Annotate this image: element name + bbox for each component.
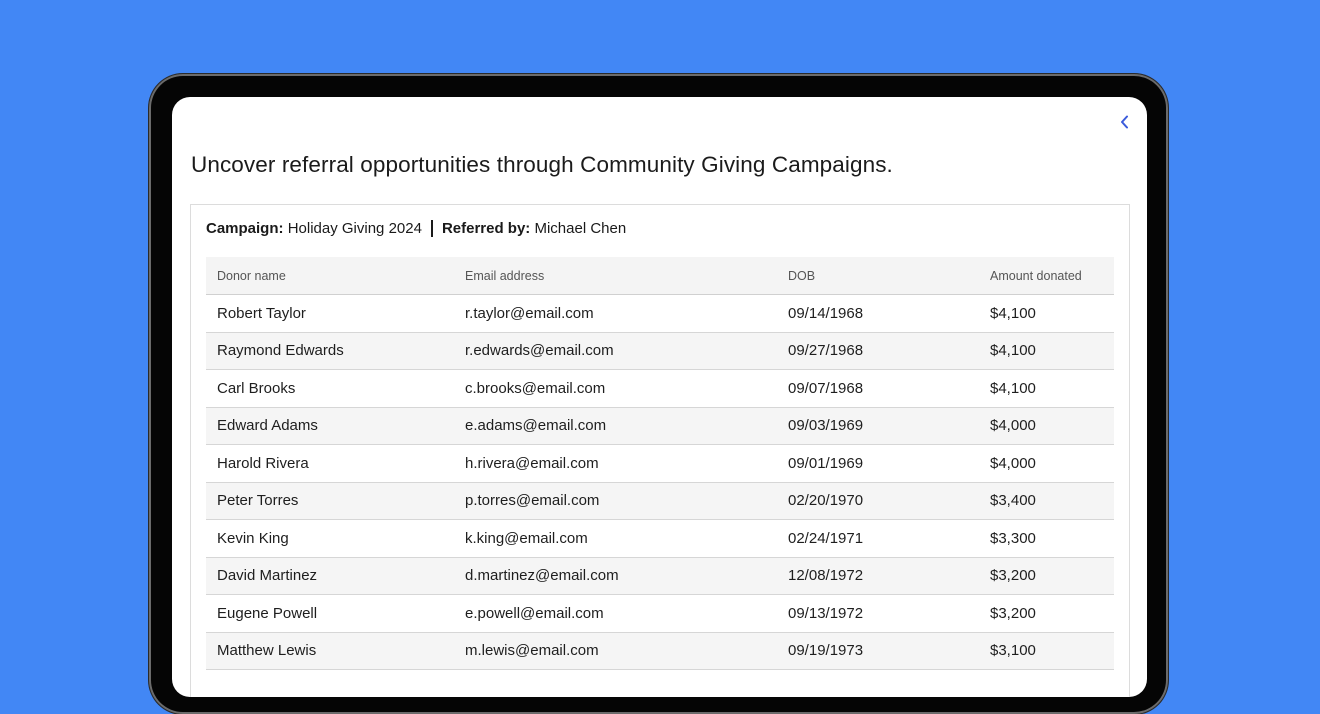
meta-divider xyxy=(430,220,433,237)
donor-name-cell: Kevin King xyxy=(206,519,454,558)
table-row[interactable]: Carl Brooks c.brooks@email.com 09/07/196… xyxy=(206,369,1114,408)
donor-name-cell: Raymond Edwards xyxy=(206,332,454,370)
table-row[interactable]: Peter Torres p.torres@email.com 02/20/19… xyxy=(206,482,1114,520)
dob-cell: 12/08/1972 xyxy=(777,557,979,595)
table-row[interactable]: Edward Adams e.adams@email.com 09/03/196… xyxy=(206,407,1114,445)
tablet-screen: Uncover referral opportunities through C… xyxy=(172,97,1147,697)
donor-name-cell: Peter Torres xyxy=(206,482,454,520)
amount-cell: $3,400 xyxy=(979,482,1114,520)
campaign-label: Campaign: xyxy=(206,220,284,237)
amount-cell: $3,200 xyxy=(979,594,1114,633)
column-header-amount[interactable]: Amount donated xyxy=(979,257,1114,295)
table-row[interactable]: Robert Taylor r.taylor@email.com 09/14/1… xyxy=(206,294,1114,333)
donor-name-cell: David Martinez xyxy=(206,557,454,595)
email-cell: d.martinez@email.com xyxy=(454,557,777,595)
dob-cell: 09/01/1969 xyxy=(777,444,979,483)
campaign-value: Holiday Giving 2024 xyxy=(287,220,422,237)
donor-card: Campaign: Holiday Giving 2024 Referred b… xyxy=(190,204,1130,697)
page-title: Uncover referral opportunities through C… xyxy=(191,152,893,177)
table-row[interactable]: Harold Rivera h.rivera@email.com 09/01/1… xyxy=(206,444,1114,483)
table-row[interactable]: Raymond Edwards r.edwards@email.com 09/2… xyxy=(206,332,1114,370)
dob-cell: 02/20/1970 xyxy=(777,482,979,520)
amount-cell: $4,000 xyxy=(979,444,1114,483)
referred-by-label: Referred by: xyxy=(441,220,531,237)
table-row[interactable]: Kevin King k.king@email.com 02/24/1971 $… xyxy=(206,519,1114,558)
table-row[interactable]: Eugene Powell e.powell@email.com 09/13/1… xyxy=(206,594,1114,633)
campaign-info: Campaign: Holiday Giving 2024 Referred b… xyxy=(206,220,626,237)
dob-cell: 09/03/1969 xyxy=(777,407,979,445)
back-button[interactable] xyxy=(1114,113,1136,135)
amount-cell: $3,200 xyxy=(979,557,1114,595)
donor-name-cell: Edward Adams xyxy=(206,407,454,445)
amount-cell: $4,100 xyxy=(979,294,1114,333)
email-cell: r.edwards@email.com xyxy=(454,332,777,370)
email-cell: e.adams@email.com xyxy=(454,407,777,445)
donor-name-cell: Robert Taylor xyxy=(206,294,454,333)
dob-cell: 02/24/1971 xyxy=(777,519,979,558)
column-header-donor-name[interactable]: Donor name xyxy=(206,257,454,295)
donor-name-cell: Carl Brooks xyxy=(206,369,454,408)
table-row[interactable]: David Martinez d.martinez@email.com 12/0… xyxy=(206,557,1114,595)
amount-cell: $4,000 xyxy=(979,407,1114,445)
donor-name-cell: Eugene Powell xyxy=(206,594,454,633)
chevron-left-icon xyxy=(1119,115,1131,134)
dob-cell: 09/14/1968 xyxy=(777,294,979,333)
table-header-row: Donor name Email address DOB Amount dona… xyxy=(206,257,1114,295)
email-cell: e.powell@email.com xyxy=(454,594,777,633)
amount-cell: $4,100 xyxy=(979,369,1114,408)
donor-name-cell: Harold Rivera xyxy=(206,444,454,483)
amount-cell: $3,300 xyxy=(979,519,1114,558)
donor-table: Donor name Email address DOB Amount dona… xyxy=(206,257,1114,670)
email-cell: k.king@email.com xyxy=(454,519,777,558)
email-cell: r.taylor@email.com xyxy=(454,294,777,333)
column-header-dob[interactable]: DOB xyxy=(777,257,979,295)
dob-cell: 09/07/1968 xyxy=(777,369,979,408)
email-cell: h.rivera@email.com xyxy=(454,444,777,483)
column-header-email[interactable]: Email address xyxy=(454,257,777,295)
referred-by-value: Michael Chen xyxy=(534,220,627,237)
email-cell: c.brooks@email.com xyxy=(454,369,777,408)
dob-cell: 09/27/1968 xyxy=(777,332,979,370)
email-cell: p.torres@email.com xyxy=(454,482,777,520)
dob-cell: 09/13/1972 xyxy=(777,594,979,633)
amount-cell: $4,100 xyxy=(979,332,1114,370)
